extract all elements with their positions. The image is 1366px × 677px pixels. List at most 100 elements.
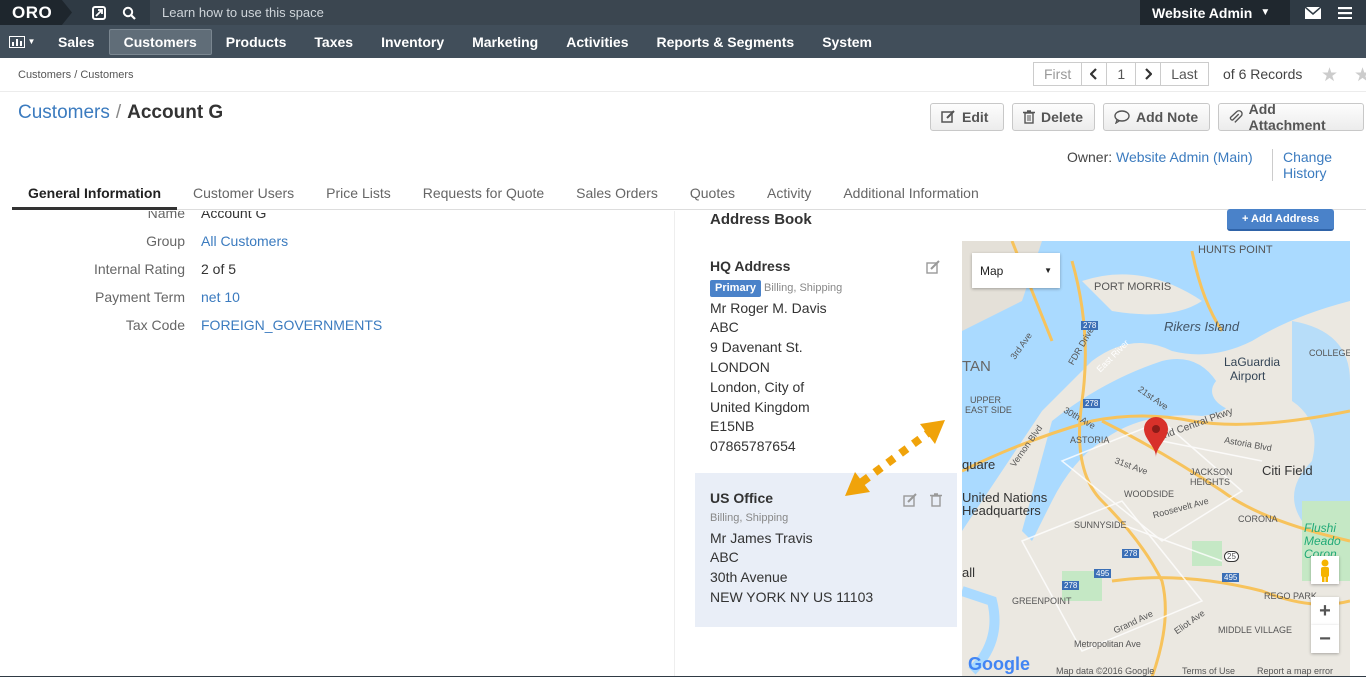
hamburger-menu-icon[interactable]: [1335, 0, 1355, 25]
nav-sales[interactable]: Sales: [44, 29, 109, 55]
map-label: Headquarters: [962, 503, 1041, 518]
hq-edit-icon[interactable]: [926, 260, 942, 279]
title-section-link[interactable]: Customers: [18, 102, 110, 123]
map-label: GREENPOINT: [1012, 596, 1072, 606]
field-value-name: Account G: [201, 211, 267, 221]
oro-logo[interactable]: ORO: [0, 0, 72, 25]
tab-additional-information[interactable]: Additional Information: [827, 180, 994, 210]
pager-first-button[interactable]: First: [1033, 62, 1083, 86]
highway-shield: 278: [1062, 581, 1080, 590]
delete-button[interactable]: Delete: [1012, 103, 1095, 131]
map-label: Metropolitan Ave: [1074, 639, 1141, 649]
map-label: EAST SIDE: [965, 405, 1012, 415]
map-terms-link[interactable]: Terms of Use: [1182, 666, 1235, 676]
add-attachment-button[interactable]: Add Attachment: [1218, 101, 1364, 133]
edit-button[interactable]: Edit: [930, 103, 1004, 131]
field-label-payment-term: Payment Term: [95, 289, 185, 305]
main-navigation: ▼ Sales Customers Products Taxes Invento…: [0, 25, 1366, 58]
hq-line: 07865787654: [710, 438, 796, 455]
dashboard-chart-icon[interactable]: ▼: [0, 29, 44, 55]
map-label: HUNTS POINT: [1198, 244, 1273, 256]
map-label: WOODSIDE: [1124, 489, 1175, 499]
hq-address-card[interactable]: HQ Address Primary Billing, Shipping Mr R…: [710, 257, 842, 457]
tab-sales-orders[interactable]: Sales Orders: [560, 180, 674, 210]
annotation-arrow-icon: [845, 420, 945, 496]
map-label: LaGuardia: [1224, 355, 1281, 369]
pin-icon[interactable]: [84, 0, 114, 25]
pager-prev-button[interactable]: [1081, 62, 1108, 86]
favorite-star-icon[interactable]: ★: [1321, 64, 1338, 87]
tab-quotes[interactable]: Quotes: [674, 180, 751, 210]
field-value-tax-code[interactable]: FOREIGN_GOVERNMENTS: [201, 317, 382, 333]
comment-icon: [1114, 110, 1130, 124]
map-type-select[interactable]: Map ▼: [972, 253, 1060, 288]
title-separator: /: [115, 102, 122, 123]
nav-activities[interactable]: Activities: [552, 29, 642, 55]
nav-reports-segments[interactable]: Reports & Segments: [642, 29, 808, 55]
field-value-internal-rating: 2 of 5: [201, 261, 237, 277]
map-type-value: Map: [980, 263, 1004, 278]
pager-page-input[interactable]: 1: [1106, 62, 1137, 86]
records-count: of 6 Records: [1223, 66, 1303, 82]
highway-shield: 278: [1122, 549, 1140, 558]
us-line: ABC: [710, 549, 739, 566]
hq-line: E15NB: [710, 418, 755, 435]
add-note-button[interactable]: Add Note: [1103, 103, 1210, 131]
map-label: Citi Field: [1262, 463, 1313, 478]
primary-badge: Primary: [710, 279, 761, 297]
nav-system[interactable]: System: [808, 29, 886, 55]
add-address-button[interactable]: + Add Address: [1227, 209, 1334, 231]
map-marker-icon[interactable]: [1144, 417, 1168, 457]
google-logo: Google: [968, 654, 1030, 674]
hq-line: 9 Davenant St.: [710, 339, 803, 356]
tab-customer-users[interactable]: Customer Users: [177, 180, 310, 210]
map-label: TAN: [962, 358, 991, 375]
mail-icon[interactable]: [1290, 0, 1335, 25]
owner-info: Owner: Website Admin (Main): [1067, 149, 1253, 165]
address-map[interactable]: HUNTS POINT PORT MORRIS Rikers Island La…: [962, 241, 1350, 677]
map-zoom-in-button[interactable]: +: [1311, 597, 1339, 625]
user-menu[interactable]: Website Admin ▼: [1140, 0, 1290, 25]
map-label: UPPER: [970, 395, 1002, 405]
us-line: Mr James Travis: [710, 529, 813, 546]
record-tabs: General Information Customer Users Price…: [12, 180, 1366, 210]
owner-link[interactable]: Website Admin (Main): [1116, 149, 1253, 165]
map-label: Flushi: [1304, 521, 1337, 535]
owner-label: Owner:: [1067, 149, 1113, 165]
field-value-payment-term[interactable]: net 10: [201, 289, 240, 305]
edit-label: Edit: [962, 109, 989, 125]
tab-price-lists[interactable]: Price Lists: [310, 180, 407, 210]
map-label: COLLEGE: [1309, 348, 1350, 358]
nav-marketing[interactable]: Marketing: [458, 29, 552, 55]
nav-inventory[interactable]: Inventory: [367, 29, 458, 55]
trash-icon: [1023, 110, 1035, 124]
name-row-clip: Name Account G: [0, 211, 674, 221]
map-label: PORT MORRIS: [1094, 281, 1172, 293]
map-report-link[interactable]: Report a map error: [1257, 666, 1333, 676]
highway-shield: 278: [1083, 399, 1101, 408]
hq-line: ABC: [710, 319, 739, 336]
street-view-pegman-icon[interactable]: [1311, 556, 1339, 584]
pager-last-button[interactable]: Last: [1160, 62, 1209, 86]
help-search-input[interactable]: Learn how to use this space: [150, 0, 1140, 25]
field-value-group[interactable]: All Customers: [201, 233, 288, 249]
title-record-name: Account G: [127, 102, 224, 123]
nav-customers[interactable]: Customers: [108, 28, 212, 55]
breadcrumb: Customers / Customers: [18, 69, 134, 81]
search-icon[interactable]: [114, 0, 144, 25]
caret-down-icon: ▼: [1260, 7, 1271, 18]
field-label-name: Name: [147, 211, 185, 221]
us-office-card[interactable]: US Office Billing, Shipping Mr James Tra…: [710, 489, 873, 608]
tab-activity[interactable]: Activity: [751, 180, 827, 210]
tab-requests-for-quote[interactable]: Requests for Quote: [407, 180, 560, 210]
nav-products[interactable]: Products: [212, 29, 301, 55]
chevron-down-icon: ▼: [1044, 266, 1052, 275]
pager-next-button[interactable]: [1135, 62, 1162, 86]
pin-star-icon[interactable]: ★: [1354, 64, 1366, 87]
map-label: quare: [962, 457, 996, 472]
map-zoom-out-button[interactable]: −: [1311, 625, 1339, 653]
highway-shield: 25: [1224, 551, 1239, 562]
nav-taxes[interactable]: Taxes: [300, 29, 367, 55]
tab-general-information[interactable]: General Information: [12, 180, 178, 210]
change-history-link[interactable]: Change History: [1272, 149, 1366, 181]
